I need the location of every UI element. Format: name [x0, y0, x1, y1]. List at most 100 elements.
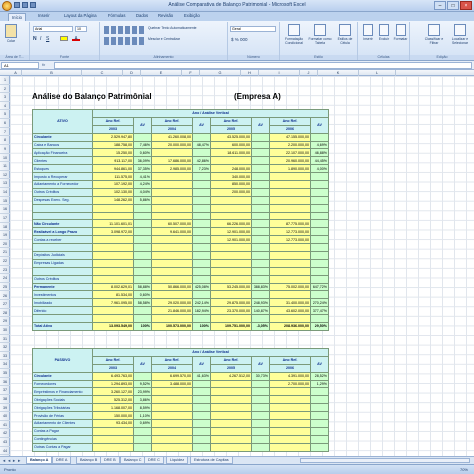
save-icon[interactable] [14, 2, 20, 8]
value-cell[interactable]: 6.699.570,00 [151, 371, 193, 381]
value-cell[interactable]: 21.846.000,00 [151, 306, 193, 316]
sheet-tab[interactable]: DRE A [52, 457, 72, 464]
row-label[interactable]: Imobilizado [32, 298, 93, 308]
value-cell[interactable]: 6.493.763,00 [92, 371, 134, 381]
av-cell[interactable] [310, 251, 329, 260]
value-cell[interactable]: 9.641.000,00 [151, 227, 193, 237]
value-cell[interactable] [210, 251, 252, 260]
font-name-select[interactable]: Arial [33, 26, 73, 32]
value-cell[interactable] [151, 172, 193, 182]
value-cell[interactable]: 23.370.000,00 [210, 306, 252, 316]
value-cell[interactable]: 12.901.000,00 [210, 227, 252, 237]
merge-center-button[interactable]: Mesclar e Centralizar [148, 37, 180, 41]
close-button[interactable]: × [460, 1, 472, 10]
av-cell[interactable] [251, 140, 270, 150]
av-cell[interactable] [192, 403, 211, 413]
value-cell[interactable] [210, 434, 252, 444]
value-cell[interactable] [151, 395, 193, 405]
value-cell[interactable] [151, 195, 193, 205]
av-cell[interactable] [133, 203, 152, 213]
row-label[interactable]: Depósitos Judiciais [32, 251, 93, 260]
value-cell[interactable] [269, 290, 311, 300]
av-cell[interactable]: 425,08% [192, 282, 211, 292]
find-select-button[interactable]: Localizar e Selecionar [448, 24, 472, 45]
row-label[interactable] [32, 314, 93, 324]
av-cell[interactable] [192, 187, 211, 197]
av-cell[interactable] [251, 426, 270, 436]
value-cell[interactable]: 4.267.512,00 [210, 371, 252, 381]
av-cell[interactable] [310, 290, 329, 300]
value-cell[interactable] [210, 403, 252, 413]
value-cell[interactable] [269, 442, 311, 452]
value-cell[interactable]: 3.488.000,00 [151, 379, 193, 389]
row-header[interactable]: 18 [0, 223, 10, 232]
av-cell[interactable] [251, 379, 270, 389]
row-header[interactable]: 39 [0, 404, 10, 413]
value-cell[interactable] [151, 442, 193, 452]
av-cell[interactable] [310, 426, 329, 436]
av-cell[interactable]: 7,46% [133, 140, 152, 150]
av-cell[interactable]: 4,24% [133, 180, 152, 189]
value-cell[interactable] [92, 442, 134, 452]
value-cell[interactable]: 2.200.000,00 [269, 140, 311, 150]
row-header[interactable]: 28 [0, 309, 10, 318]
value-cell[interactable]: 944.861,00 [92, 164, 134, 174]
value-cell[interactable] [269, 251, 311, 260]
currency-button[interactable]: $ % 000 [231, 37, 248, 42]
value-cell[interactable]: 150.000,00 [92, 411, 134, 421]
row-header[interactable]: 1 [0, 76, 10, 85]
av-cell[interactable] [310, 403, 329, 413]
value-cell[interactable] [269, 243, 311, 253]
av-cell[interactable] [133, 306, 152, 316]
row-header[interactable]: 35 [0, 369, 10, 378]
value-cell[interactable] [92, 274, 134, 284]
value-cell[interactable] [92, 314, 134, 324]
av-cell[interactable]: 29,50% [310, 322, 329, 331]
row-label[interactable] [32, 266, 93, 276]
av-cell[interactable]: 7,23% [192, 164, 211, 174]
value-cell[interactable]: 66.226.000,00 [210, 219, 252, 229]
value-cell[interactable] [269, 195, 311, 205]
value-cell[interactable] [269, 426, 311, 436]
row-header[interactable]: 4 [0, 102, 10, 111]
row-label[interactable]: Caixa e Bancos [32, 140, 93, 150]
value-cell[interactable] [210, 203, 252, 213]
av-cell[interactable] [251, 274, 270, 284]
tab-inserir[interactable]: Inserir [38, 13, 50, 18]
number-format-select[interactable]: Geral [230, 26, 276, 32]
value-cell[interactable] [92, 211, 134, 221]
row-header[interactable]: 24 [0, 274, 10, 283]
value-cell[interactable]: 600.000,00 [210, 140, 252, 150]
align-icons[interactable] [104, 26, 144, 34]
av-cell[interactable] [192, 243, 211, 253]
av-cell[interactable] [192, 395, 211, 405]
av-cell[interactable]: 4,00% [310, 164, 329, 174]
av-cell[interactable] [251, 442, 270, 452]
value-cell[interactable]: 7.961.095,00 [92, 298, 134, 308]
av-cell[interactable] [192, 290, 211, 300]
av-cell[interactable] [251, 156, 270, 166]
cell-styles-button[interactable]: Estilos de Célula [334, 24, 356, 45]
av-cell[interactable] [251, 211, 270, 221]
office-button[interactable] [2, 1, 12, 11]
row-header[interactable]: 43 [0, 438, 10, 447]
value-cell[interactable]: 2.985.000,00 [151, 164, 193, 174]
value-cell[interactable] [151, 187, 193, 197]
row-header[interactable]: 10 [0, 154, 10, 163]
av-cell[interactable] [251, 132, 270, 142]
row-header[interactable]: 27 [0, 300, 10, 309]
font-color-button[interactable]: A [72, 36, 80, 42]
av-cell[interactable] [310, 442, 329, 452]
row-label[interactable]: Provisão de Férias [32, 411, 93, 421]
value-cell[interactable] [151, 251, 193, 260]
font-size-select[interactable]: 10 [75, 26, 87, 32]
row-label[interactable]: Não Circulante [32, 219, 93, 229]
av-cell[interactable] [192, 251, 211, 260]
av-cell[interactable] [133, 314, 152, 324]
av-cell[interactable] [251, 203, 270, 213]
value-cell[interactable]: 1.168.007,00 [92, 403, 134, 413]
av-cell[interactable] [310, 258, 329, 268]
av-cell[interactable] [310, 187, 329, 197]
av-cell[interactable] [310, 195, 329, 205]
av-cell[interactable] [251, 419, 270, 428]
